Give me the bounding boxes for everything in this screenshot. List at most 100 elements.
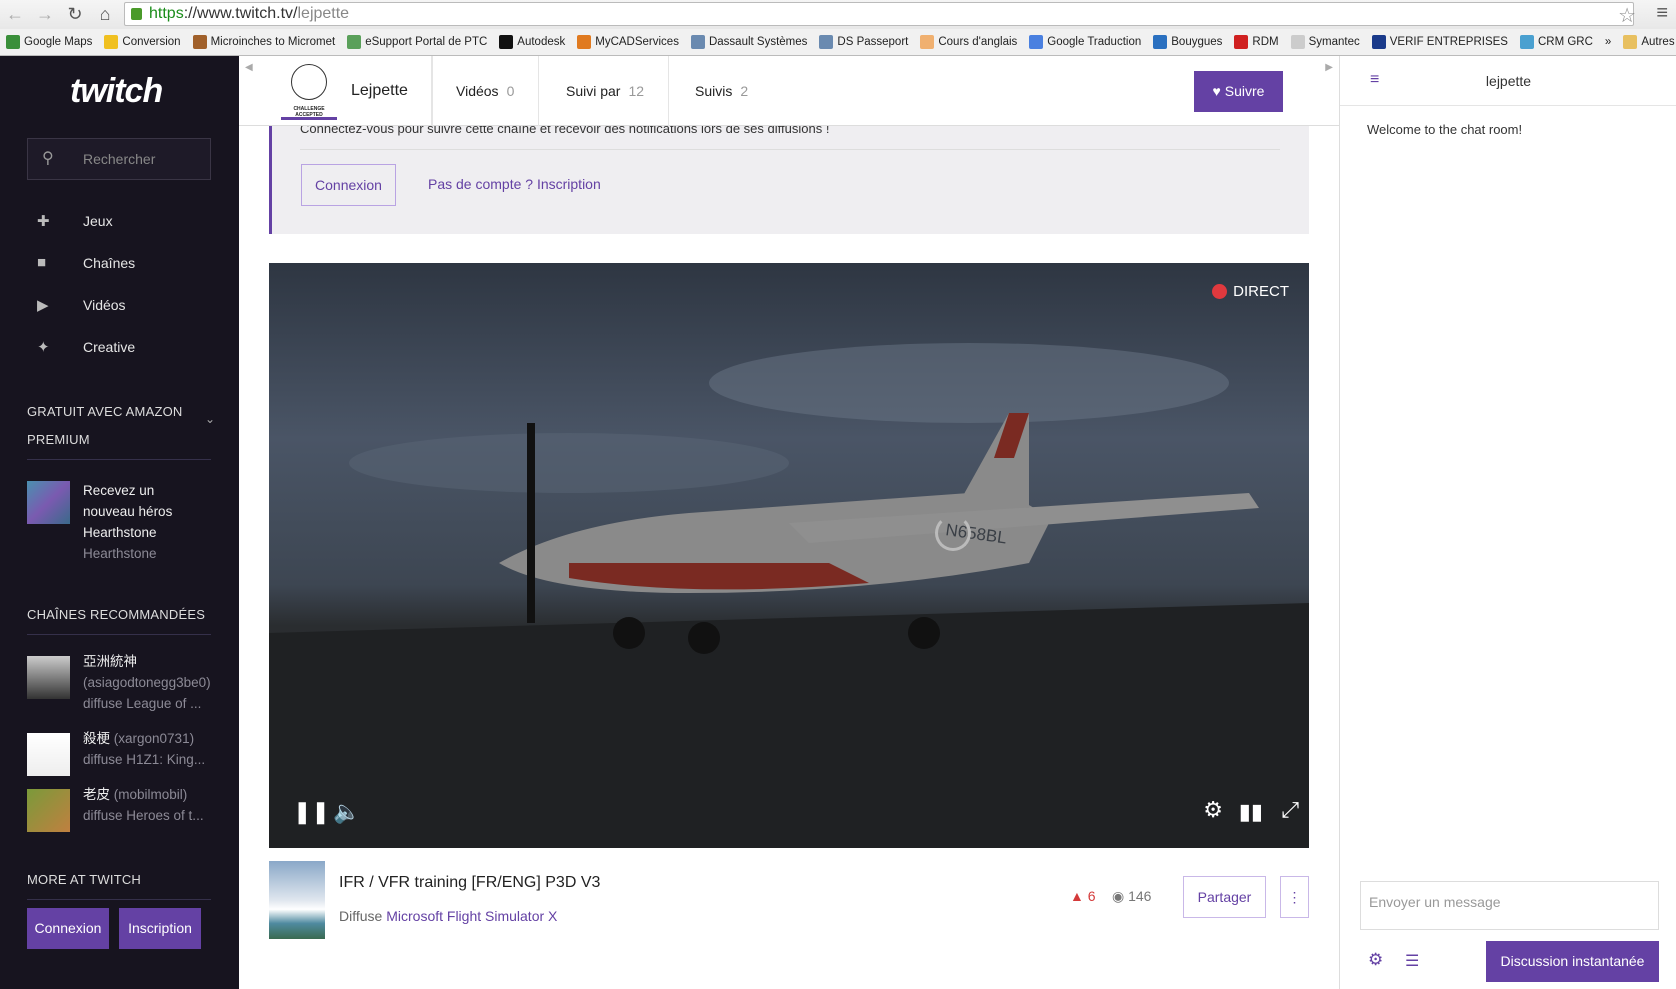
- scroll-right-icon[interactable]: ▶: [1325, 62, 1333, 73]
- bookmark-label: eSupport Portal de PTC: [365, 36, 488, 48]
- bookmark-favicon-icon: [819, 35, 834, 49]
- chat-viewer-list-icon[interactable]: ☰: [1405, 951, 1419, 971]
- divider: [300, 149, 1280, 150]
- channel-avatar[interactable]: [27, 656, 70, 699]
- sidebar-item-jeux[interactable]: ✚ Jeux: [37, 212, 113, 230]
- game-link[interactable]: Microsoft Flight Simulator X: [386, 908, 557, 924]
- settings-gear-icon[interactable]: ⚙: [1203, 797, 1223, 823]
- recommended-channel[interactable]: 老皮 (mobilmobil) diffuse Heroes of t...: [83, 784, 233, 826]
- person-icon: ▲: [1070, 888, 1084, 904]
- bookmark-favicon-icon: [6, 35, 20, 49]
- bookmark-favicon-icon: [1290, 35, 1305, 49]
- channel-game: diffuse H1Z1: King...: [83, 752, 206, 767]
- bookmark-item[interactable]: DS Passeport: [819, 35, 908, 49]
- bookmark-item[interactable]: Microinches to Micromet: [192, 35, 336, 49]
- theater-mode-icon[interactable]: ▮▮: [1239, 799, 1263, 825]
- followers-value: 6: [1087, 888, 1096, 904]
- bookmark-label: Bouygues: [1171, 36, 1223, 48]
- bookmark-label: Google Maps: [24, 36, 93, 48]
- bookmark-item[interactable]: VERIF ENTREPRISES: [1371, 35, 1508, 49]
- browser-toolbar: ← → ↻ ⌂ https://www.twitch.tv/lejpette ☆…: [0, 0, 1676, 29]
- tab-videos[interactable]: Vidéos 0: [431, 56, 540, 126]
- tab-label: Suivis: [695, 83, 733, 99]
- tab-following[interactable]: Suivis 2: [671, 56, 772, 126]
- pause-icon[interactable]: ❚❚: [293, 799, 330, 825]
- bookmark-favicon-icon: [1029, 35, 1044, 49]
- channel-game: diffuse Heroes of t...: [83, 808, 204, 823]
- sidebar-item-chaînes[interactable]: ■ Chaînes: [37, 254, 135, 271]
- recommended-channel[interactable]: 亞洲統神 (asiagodtonegg3be0) diffuse League of…: [83, 651, 233, 714]
- bookmark-item[interactable]: Google Traduction: [1029, 35, 1141, 49]
- notice-signup-link[interactable]: Pas de compte ? Inscription: [428, 176, 601, 192]
- scroll-left-icon[interactable]: ◀: [245, 62, 253, 73]
- home-icon[interactable]: ⌂: [96, 4, 114, 25]
- bookmark-favicon-icon: [1519, 35, 1534, 49]
- bookmark-item[interactable]: Symantec: [1290, 35, 1360, 49]
- bookmark-label: Conversion: [122, 36, 181, 48]
- bookmark-item[interactable]: Google Maps: [6, 35, 92, 49]
- volume-icon[interactable]: 🔈: [333, 799, 360, 825]
- chat-title: lejpette: [1485, 73, 1532, 89]
- bookmark-label: Autres favoris: [1641, 36, 1676, 48]
- amazon-offer[interactable]: Recevez un nouveau héros Hearthstone Hea…: [83, 480, 172, 564]
- bookmark-item[interactable]: RDM: [1234, 35, 1279, 49]
- channel-game: diffuse League of ...: [83, 696, 202, 711]
- address-bar[interactable]: https://www.twitch.tv/lejpette: [124, 2, 1634, 26]
- other-bookmarks-folder[interactable]: Autres favoris: [1623, 35, 1676, 49]
- search-input[interactable]: ⚲ Rechercher: [27, 138, 211, 180]
- chat-placeholder: Envoyer un message: [1369, 894, 1501, 910]
- offer-line: Recevez un: [83, 483, 155, 498]
- channel-avatar[interactable]: [27, 789, 70, 832]
- share-button[interactable]: Partager: [1183, 876, 1266, 918]
- sidebar-item-creative[interactable]: ✦ Creative: [37, 338, 135, 356]
- bookmark-label: Microinches to Micromet: [210, 36, 336, 48]
- amazon-heading: GRATUIT AVEC AMAZON: [27, 404, 183, 419]
- bookmark-item[interactable]: Dassault Systèmes: [690, 35, 807, 49]
- more-options-button[interactable]: ⋮: [1280, 876, 1309, 918]
- chevron-down-icon[interactable]: ⌄: [205, 412, 215, 426]
- channel-name: 殺梗: [83, 731, 110, 746]
- bookmark-label: DS Passeport: [837, 36, 909, 48]
- bookmark-item[interactable]: eSupport Portal de PTC: [347, 35, 487, 49]
- back-icon[interactable]: ←: [6, 4, 24, 25]
- chat-message-input[interactable]: Envoyer un message: [1360, 881, 1659, 930]
- chat-settings-gear-icon[interactable]: ⚙: [1368, 950, 1383, 970]
- bookmark-star-icon[interactable]: ☆: [1618, 3, 1636, 28]
- bookmark-item[interactable]: CRM GRC: [1519, 35, 1593, 49]
- notice-login-button[interactable]: Connexion: [301, 164, 396, 206]
- bookmark-item[interactable]: Autodesk: [499, 35, 565, 49]
- lock-icon: [131, 8, 142, 20]
- hearthstone-thumbnail[interactable]: [27, 481, 70, 524]
- video-player[interactable]: N658BL DIRECT ❚❚ 🔈 ⚙ ▮▮ ⤢: [269, 263, 1309, 848]
- sparkle-icon: ✦: [37, 339, 50, 356]
- stream-game-line: Diffuse Microsoft Flight Simulator X: [339, 908, 557, 924]
- follow-button[interactable]: ♥ Suivre: [1194, 71, 1283, 112]
- channel-header: ◀ ▶ CHALLENGE ACCEPTED Lejpette Vidéos 0 …: [239, 56, 1339, 126]
- url-host: ://www.twitch.tv/: [183, 5, 298, 22]
- bookmark-label: Google Traduction: [1047, 36, 1142, 48]
- channel-avatar[interactable]: [27, 733, 70, 776]
- twitch-logo[interactable]: twitch: [70, 72, 163, 111]
- sidebar-login-button[interactable]: Connexion: [27, 908, 109, 949]
- stream-info: IFR / VFR training [FR/ENG] P3D V3 Diffu…: [269, 860, 1309, 940]
- channel-name[interactable]: Lejpette: [327, 56, 433, 126]
- channel-name: 亞洲統神: [83, 654, 137, 669]
- recommended-channel[interactable]: 殺梗 (xargon0731) diffuse H1Z1: King...: [83, 728, 233, 770]
- chat-send-button[interactable]: Discussion instantanée: [1486, 941, 1659, 982]
- tab-followers[interactable]: Suivi par 12: [542, 56, 670, 126]
- game-boxart[interactable]: [269, 861, 325, 939]
- bookmark-item[interactable]: Cours d'anglais: [920, 35, 1017, 49]
- more-heading: MORE AT TWITCH: [27, 872, 142, 887]
- chat-panel: ≡ lejpette Welcome to the chat room! Env…: [1339, 56, 1676, 989]
- divider: [27, 899, 211, 900]
- bookmark-item[interactable]: Conversion: [104, 35, 181, 49]
- sidebar-item-vidéos[interactable]: ▶ Vidéos: [37, 296, 126, 314]
- fullscreen-icon[interactable]: ⤢: [1281, 797, 1299, 823]
- forward-icon[interactable]: →: [36, 4, 54, 25]
- bookmark-item[interactable]: Bouygues: [1153, 35, 1222, 49]
- reload-icon[interactable]: ↻: [66, 4, 84, 25]
- menu-icon[interactable]: ≡: [1656, 2, 1668, 25]
- bookmark-item[interactable]: MyCADServices: [577, 35, 679, 49]
- sidebar-signup-button[interactable]: Inscription: [119, 908, 201, 949]
- bookmarks-overflow-button[interactable]: »: [1605, 36, 1611, 48]
